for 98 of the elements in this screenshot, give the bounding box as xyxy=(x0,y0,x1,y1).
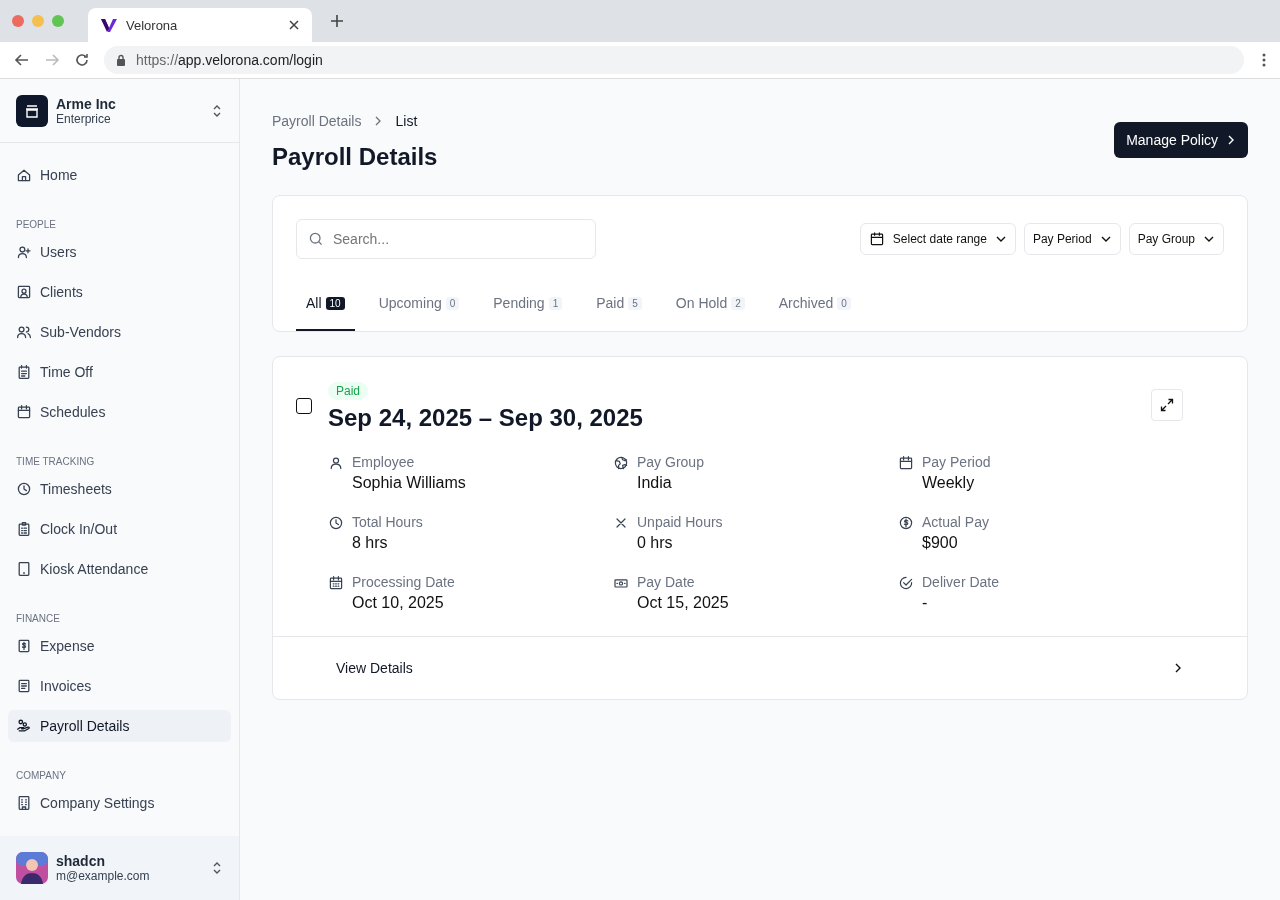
browser-tab[interactable]: Velorona xyxy=(88,8,312,42)
calendar-grid-icon xyxy=(328,575,344,591)
field-value: Weekly xyxy=(922,474,976,492)
sidebar-item[interactable]: Company Settings xyxy=(8,787,231,819)
address-field[interactable]: https://app.velorona.com/login xyxy=(104,46,1244,74)
section-heading: TIME TRACKING xyxy=(15,455,96,469)
user-icon xyxy=(328,455,344,471)
expand-icon xyxy=(1160,398,1174,412)
sidebar-item[interactable]: Invoices xyxy=(8,670,231,702)
field-label: Deliver Date xyxy=(922,574,1000,590)
sidebar-item[interactable]: Expense xyxy=(8,630,231,662)
field-label: Unpaid Hours xyxy=(637,514,723,530)
page-title: Payroll Details xyxy=(272,143,438,171)
chevrons-icon xyxy=(211,860,223,876)
sidebar-item[interactable]: Time Off xyxy=(8,356,231,388)
sidebar-item[interactable]: Clients xyxy=(8,276,231,308)
user-email: m@example.com xyxy=(56,869,150,883)
checkbox[interactable] xyxy=(296,398,312,414)
calendar-icon xyxy=(868,231,885,247)
status-tab[interactable]: Paid 5 xyxy=(586,283,652,331)
sidebar-item[interactable]: Schedules xyxy=(8,396,231,428)
date-range-title: Sep 24, 2025 – Sep 30, 2025 xyxy=(328,404,643,432)
field-label: Actual Pay xyxy=(922,514,989,530)
field-value: India xyxy=(637,474,673,492)
tab-title: Velorona xyxy=(126,17,178,33)
user-name: shadcn xyxy=(56,853,106,869)
filter-dropdown[interactable]: Pay Period xyxy=(1023,223,1121,255)
section-heading: COMPANY xyxy=(15,769,67,783)
filter-dropdown[interactable]: Pay Group xyxy=(1128,223,1224,255)
sidebar-item[interactable]: Clock In/Out xyxy=(8,513,231,545)
building-icon xyxy=(16,795,32,811)
field-value: - xyxy=(922,594,929,612)
field-label: Pay Period xyxy=(922,454,991,470)
sidebar-item[interactable]: Timesheets xyxy=(8,473,231,505)
view-details-link[interactable]: View Details xyxy=(273,636,1247,699)
status-tab[interactable]: Archived 0 xyxy=(768,283,861,331)
menu-icon[interactable] xyxy=(1262,53,1266,67)
section-heading: FINANCE xyxy=(15,612,61,626)
stack-logo-icon xyxy=(16,94,48,127)
org-switcher[interactable]: Arme Inc Enterprice xyxy=(0,79,239,143)
field-label: Total Hours xyxy=(352,514,423,530)
field-value: 0 hrs xyxy=(637,534,674,552)
reload-icon[interactable] xyxy=(74,52,90,68)
lock-icon xyxy=(116,54,126,66)
globe-icon xyxy=(613,455,629,471)
back-icon[interactable] xyxy=(14,52,30,68)
document-icon xyxy=(16,678,32,694)
sidebar-item[interactable]: Kiosk Attendance xyxy=(8,553,231,585)
field-value: Oct 10, 2025 xyxy=(352,594,445,612)
filter-dropdown[interactable]: Select date range xyxy=(859,223,1016,255)
close-icon[interactable] xyxy=(288,19,300,31)
breadcrumb-link[interactable]: Payroll Details xyxy=(272,113,362,129)
new-tab-icon[interactable] xyxy=(330,14,344,28)
field-label: Processing Date xyxy=(352,574,455,590)
dollar-receipt-icon xyxy=(16,638,32,654)
field-value: 8 hrs xyxy=(352,534,389,552)
manage-policy-button[interactable]: Manage Policy xyxy=(1114,122,1248,158)
check-circle-icon xyxy=(898,575,914,591)
clock-icon xyxy=(328,515,344,531)
user-switcher[interactable]: shadcn m@example.com xyxy=(0,836,239,900)
home-icon xyxy=(16,167,32,183)
user-plus-icon xyxy=(16,244,32,260)
calendar-icon xyxy=(16,404,32,420)
section-heading: PEOPLE xyxy=(15,218,58,232)
contact-card-icon xyxy=(16,284,32,300)
field-value: Sophia Williams xyxy=(352,474,466,492)
expand-button[interactable] xyxy=(1151,389,1183,421)
status-tab[interactable]: Upcoming 0 xyxy=(368,283,470,331)
field-label: Employee xyxy=(352,454,416,470)
org-plan: Enterprice xyxy=(56,111,112,126)
sidebar-item[interactable]: Home xyxy=(8,159,231,191)
sidebar-item[interactable]: Payroll Details xyxy=(8,710,231,742)
tablet-icon xyxy=(16,561,32,577)
users-icon xyxy=(16,324,32,340)
chevron-right-icon xyxy=(1173,663,1183,673)
status-badge: Paid xyxy=(328,382,369,400)
status-tab[interactable]: Pending 1 xyxy=(483,283,573,331)
status-tab[interactable]: On Hold 2 xyxy=(665,283,755,331)
chevron-right-icon xyxy=(1226,135,1236,145)
hand-coins-icon xyxy=(16,718,32,734)
status-tab[interactable]: All 10 xyxy=(296,283,355,331)
dollar-circle-icon xyxy=(898,515,914,531)
field-value: $900 xyxy=(922,534,959,552)
breadcrumb-link[interactable]: List xyxy=(395,113,418,129)
search-field[interactable]: Search... xyxy=(296,219,596,259)
field-label: Pay Group xyxy=(637,454,704,470)
search-icon xyxy=(308,231,324,247)
sidebar-item[interactable]: Sub-Vendors xyxy=(8,316,231,348)
clipboard-icon xyxy=(16,364,32,380)
org-name: Arme Inc xyxy=(56,95,116,112)
calendar-icon xyxy=(898,455,914,471)
avatar-icon xyxy=(16,852,48,884)
field-label: Pay Date xyxy=(637,574,696,590)
sidebar-item[interactable]: Users xyxy=(8,236,231,268)
v-logo-icon xyxy=(100,17,118,33)
clock-icon xyxy=(16,481,32,497)
field-value: Oct 15, 2025 xyxy=(637,594,729,612)
clipboard-list-icon xyxy=(16,521,32,537)
